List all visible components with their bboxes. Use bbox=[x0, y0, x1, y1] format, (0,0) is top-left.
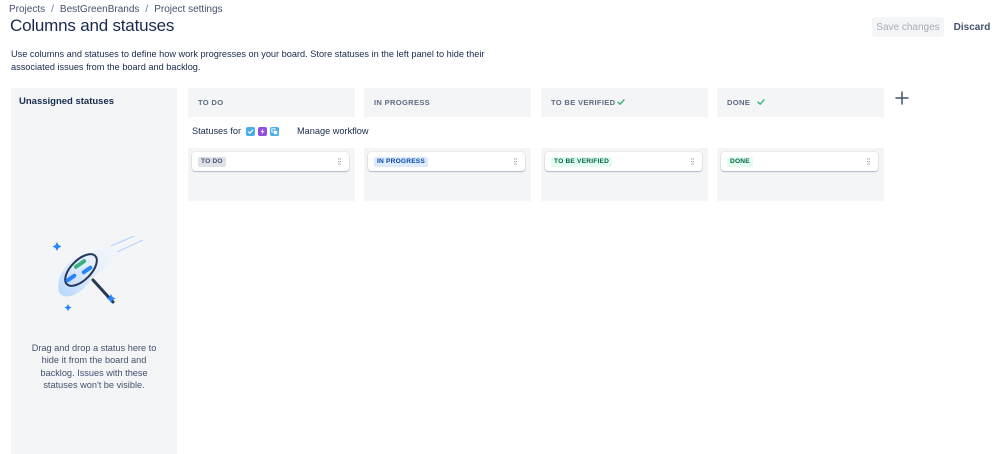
page-description: Use columns and statuses to define how w… bbox=[11, 49, 485, 72]
drag-handle-icon[interactable] bbox=[867, 158, 870, 165]
unassigned-statuses-title: Unassigned statuses bbox=[19, 96, 115, 107]
status-card-to-do[interactable]: TO DO bbox=[192, 152, 349, 171]
drag-handle-icon[interactable] bbox=[691, 158, 694, 165]
breadcrumb-project[interactable]: BestGreenBrands bbox=[60, 4, 140, 15]
column-dropzone-done[interactable]: DONE bbox=[717, 148, 884, 201]
column-header-to-do[interactable]: TO DO bbox=[188, 88, 355, 117]
column-header-in-progress[interactable]: IN PROGRESS bbox=[364, 88, 531, 117]
column-header-to-be-verified[interactable]: TO BE VERIFIED bbox=[541, 88, 708, 117]
breadcrumb-project-settings[interactable]: Project settings bbox=[154, 4, 222, 15]
epic-icon bbox=[258, 126, 268, 136]
page-title: Columns and statuses bbox=[10, 16, 175, 35]
discard-button[interactable]: Discard bbox=[950, 17, 994, 37]
breadcrumb-separator: / bbox=[145, 4, 149, 15]
column-dropzone-to-be-verified[interactable]: TO BE VERIFIED bbox=[541, 148, 708, 201]
column-dropzone-in-progress[interactable]: IN PROGRESS bbox=[364, 148, 531, 201]
unassigned-statuses-panel[interactable]: Unassigned statuses Drag and drop a stat… bbox=[11, 88, 177, 454]
status-card-done[interactable]: DONE bbox=[721, 152, 878, 171]
add-column-button[interactable] bbox=[892, 88, 912, 108]
empty-state-illustration bbox=[52, 236, 144, 312]
save-changes-button[interactable]: Save changes bbox=[872, 17, 944, 37]
statuses-for-label: Statuses for bbox=[192, 126, 242, 136]
status-lozenge: TO DO bbox=[198, 157, 226, 167]
status-card-to-be-verified[interactable]: TO BE VERIFIED bbox=[545, 152, 702, 171]
statuses-for-row: Statuses for Manage workflow bbox=[192, 126, 369, 136]
column-name[interactable]: DONE bbox=[727, 98, 750, 107]
column-name[interactable]: IN PROGRESS bbox=[374, 98, 430, 107]
task-icon bbox=[246, 126, 256, 136]
check-icon bbox=[617, 99, 625, 105]
subtask-icon bbox=[270, 126, 280, 136]
breadcrumb: Projects / BestGreenBrands / Project set… bbox=[9, 4, 223, 15]
unassigned-statuses-hint: Drag and drop a status here to hide it f… bbox=[31, 343, 157, 390]
check-icon bbox=[757, 99, 765, 105]
status-lozenge: IN PROGRESS bbox=[374, 157, 428, 167]
status-lozenge: TO BE VERIFIED bbox=[551, 157, 613, 167]
column-dropzone-to-do[interactable]: TO DO bbox=[188, 148, 355, 201]
status-card-in-progress[interactable]: IN PROGRESS bbox=[368, 152, 525, 171]
manage-workflow-link[interactable]: Manage workflow bbox=[297, 126, 369, 136]
drag-handle-icon[interactable] bbox=[514, 158, 517, 165]
status-lozenge: DONE bbox=[727, 157, 753, 167]
column-header-done[interactable]: DONE bbox=[717, 88, 884, 117]
breadcrumb-projects[interactable]: Projects bbox=[9, 4, 45, 15]
column-name[interactable]: TO BE VERIFIED bbox=[551, 98, 615, 107]
drag-handle-icon[interactable] bbox=[338, 158, 341, 165]
column-name[interactable]: TO DO bbox=[198, 98, 223, 107]
breadcrumb-separator: / bbox=[51, 4, 54, 15]
